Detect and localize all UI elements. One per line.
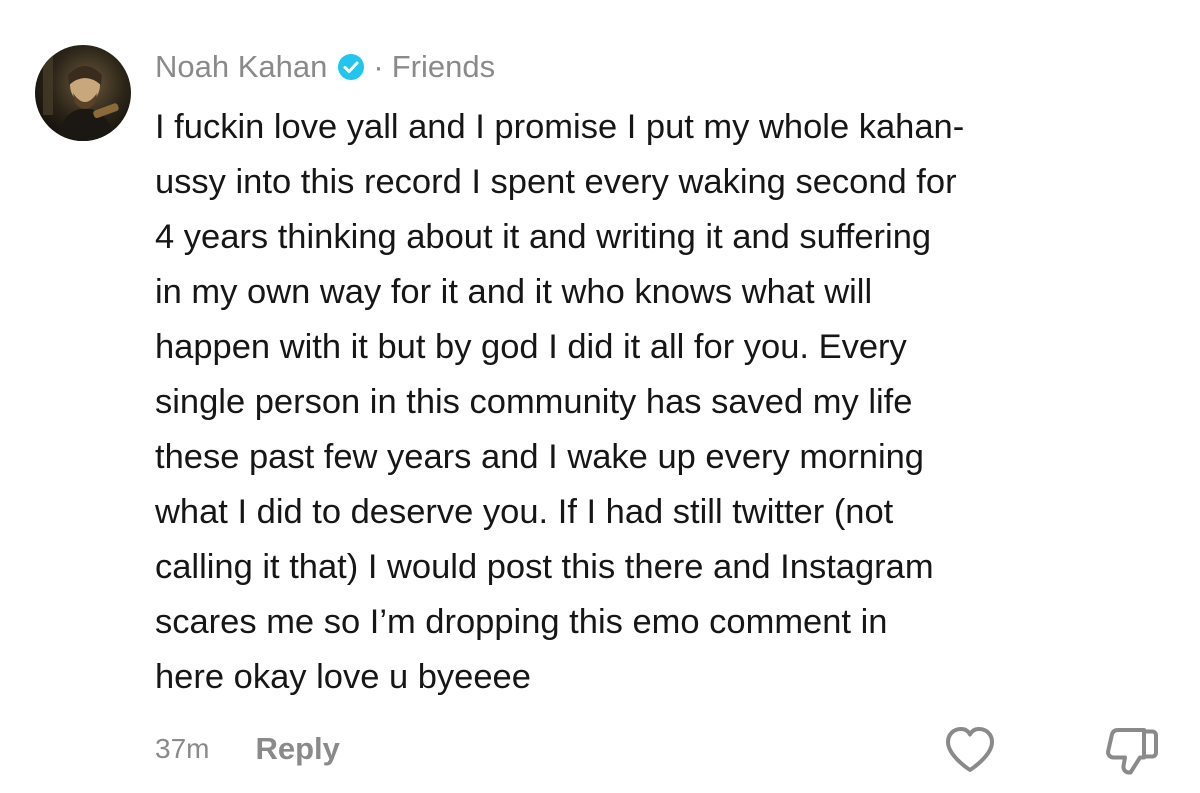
avatar[interactable] <box>35 45 131 141</box>
reply-button[interactable]: Reply <box>255 731 339 767</box>
comment-line: 4 years thinking about it and writing it… <box>155 218 932 256</box>
comment-line: ussy into this record I spent every waki… <box>155 163 957 201</box>
heart-icon[interactable] <box>944 726 996 774</box>
comment: Noah Kahan · Friends I fuckin love yall … <box>0 0 1200 793</box>
comment-header: Noah Kahan · Friends <box>155 46 495 88</box>
thumbs-down-icon[interactable] <box>1104 726 1160 776</box>
comment-line: calling it that) I would post this there… <box>155 548 934 586</box>
comment-line: single person in this community has save… <box>155 383 913 421</box>
comment-footer: 37m Reply <box>155 725 340 773</box>
friends-label: Friends <box>391 49 496 84</box>
comment-text: I fuckin love yall and I promise I put m… <box>155 100 1185 705</box>
comment-line: these past few years and I wake up every… <box>155 438 924 476</box>
verified-badge-icon <box>337 53 365 81</box>
author-name[interactable]: Noah Kahan <box>155 49 327 85</box>
comment-line: scares me so I’m dropping this emo comme… <box>155 603 888 641</box>
comment-line: I fuckin love yall and I promise I put m… <box>155 108 965 146</box>
header-separator: · <box>373 49 384 84</box>
comment-timestamp: 37m <box>155 733 210 764</box>
comment-line: happen with it but by god I did it all f… <box>155 328 907 366</box>
comment-line: what I did to deserve you. If I had stil… <box>155 493 894 531</box>
comment-line: here okay love u byeeee <box>155 658 531 696</box>
comment-line: in my own way for it and it who knows wh… <box>155 273 873 311</box>
